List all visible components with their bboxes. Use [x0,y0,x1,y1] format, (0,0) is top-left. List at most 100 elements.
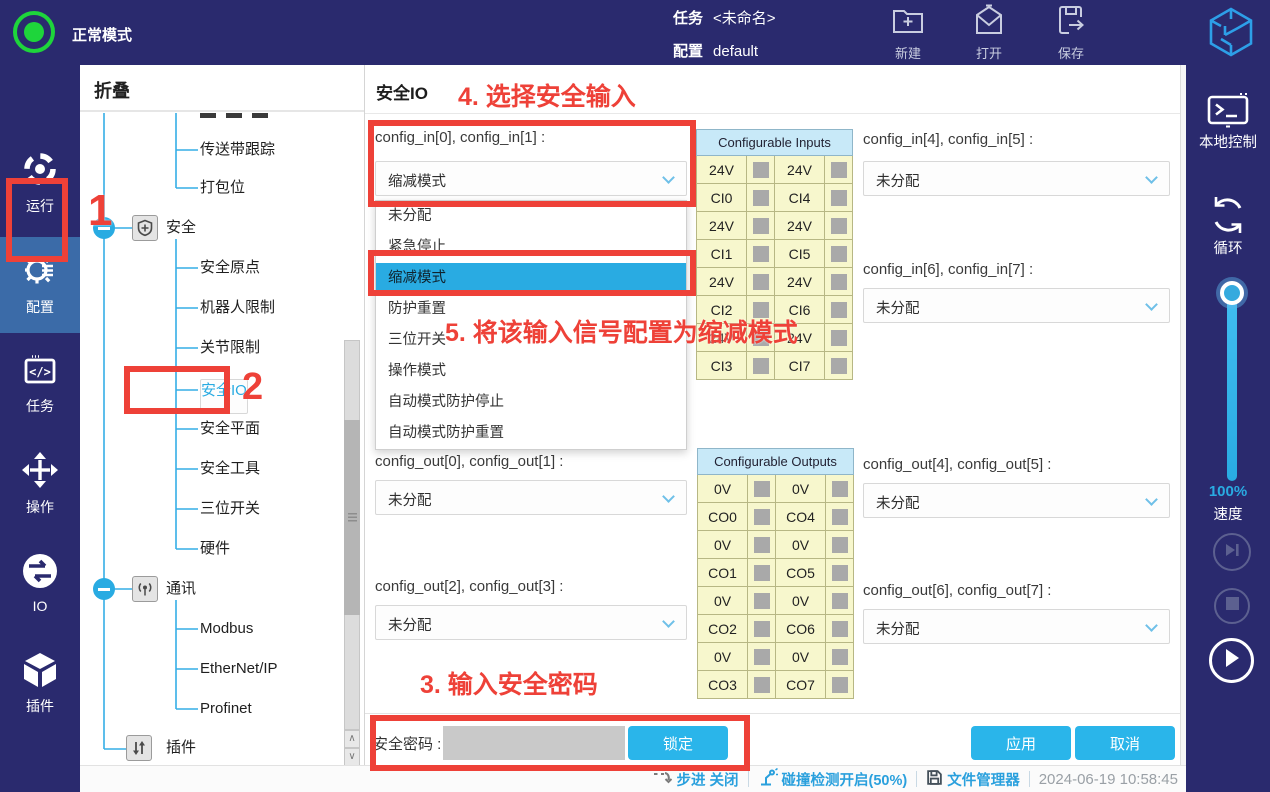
dropdown-option-safeguard-reset[interactable]: 防护重置 [376,294,686,325]
apply-button[interactable]: 应用 [971,726,1071,760]
file-manager-status[interactable]: 文件管理器 [926,769,1020,790]
terminal-square [753,620,770,637]
io-arrows-icon [21,554,59,594]
mode-label: 正常模式 [72,27,133,44]
open-envelope-icon [972,4,1006,40]
tree-item-three-position-switch[interactable]: 三位开关 [200,498,260,520]
config-in-0-1-select[interactable]: 缩减模式 [375,161,687,196]
sidebar-item-io[interactable]: IO [0,552,80,614]
tree-item-profinet[interactable]: Profinet [200,698,252,720]
dropdown-option-emergency-stop[interactable]: 紧急停止 [376,232,686,263]
outputs-table-header: Configurable Outputs [697,448,854,475]
safety-io-panel: 安全IO config_in[0], config_in[1] : 缩减模式 未… [365,65,1180,765]
cycle-label: 循环 [1213,241,1243,257]
play-button[interactable] [1209,638,1254,683]
tree-item-conveyor-tracking[interactable]: 传送带跟踪 [200,139,275,161]
cycle-button[interactable] [1186,193,1270,242]
sidebar-item-config[interactable]: 配置 [0,251,80,317]
skip-next-icon [1223,541,1241,564]
tree-scroll-up-button[interactable]: ∧ [344,730,360,748]
collision-detect-status[interactable]: 碰撞检测开启(50%) [758,767,907,790]
config-in-4-5-select[interactable]: 未分配 [863,161,1170,196]
terminal-square [753,592,770,609]
dropdown-option-unassigned[interactable]: 未分配 [376,201,686,232]
terminal-square [753,480,770,497]
cancel-button[interactable]: 取消 [1075,726,1175,760]
tree-scroll-down-button[interactable]: ∨ [344,748,360,765]
dropdown-option-three-position-switch[interactable]: 三位开关 [376,325,686,356]
terminal-square [830,161,847,178]
tree-item-plugins[interactable]: 插件 [166,737,196,759]
chevron-down-icon [662,615,675,628]
config-in-6-7-select[interactable]: 未分配 [863,288,1170,323]
tree-item-safety-planes[interactable]: 安全平面 [200,418,260,440]
tree-item-ethernet-ip[interactable]: EtherNet/IP [200,658,278,680]
tree-item-safety[interactable]: 安全 [166,217,196,239]
new-folder-icon [891,10,925,40]
tree-item-packing-position[interactable]: 打包位 [200,177,245,199]
sidebar-item-plugin[interactable]: 插件 [0,652,80,716]
terminal-square [752,329,769,346]
config-tree: 传送带跟踪 打包位 安全 安全原点 机器人限制 关节限制 安全IO 安全平面 安… [80,113,364,765]
terminal-square [753,648,770,665]
dropdown-option-auto-mode-safeguard-reset[interactable]: 自动模式防护重置 [376,418,686,449]
config-in-dropdown-list: 未分配 紧急停止 缩减模式 防护重置 三位开关 操作模式 自动模式防护停止 自动… [375,200,687,450]
tree-item-robot-limits[interactable]: 机器人限制 [200,297,275,319]
open-button[interactable]: 打开 [957,4,1021,62]
tree-item-safety-home[interactable]: 安全原点 [200,257,260,279]
step-mode-status[interactable]: 步进 关闭 [652,769,739,790]
config-out-0-1-select[interactable]: 未分配 [375,480,687,515]
config-out-2-3-select[interactable]: 未分配 [375,605,687,640]
collapse-header[interactable]: 折叠 [80,65,364,112]
tree-scrollbar-thumb[interactable] [344,420,360,615]
terminal-square [752,273,769,290]
local-control-button[interactable] [1186,90,1270,135]
chevron-down-icon [662,490,675,503]
terminal-square [831,508,848,525]
inputs-table-header: Configurable Inputs [696,129,853,156]
config-out-4-5-select[interactable]: 未分配 [863,483,1170,518]
tree-item-safety-tool[interactable]: 安全工具 [200,458,260,480]
tree-item-communication[interactable]: 通讯 [166,578,196,600]
speed-slider-handle[interactable] [1220,281,1244,305]
terminal-square [753,676,770,693]
terminal-square [752,217,769,234]
sidebar-item-run[interactable]: 运行 [0,150,80,216]
sidebar-item-task[interactable]: </> 任务 [0,352,80,416]
shield-icon [132,215,158,241]
svg-text:</>: </> [29,365,51,379]
terminal-square [830,245,847,262]
config-in-6-7-label: config_in[6], config_in[7] : [863,261,1034,278]
terminal-square [753,564,770,581]
terminal-square [831,564,848,581]
antenna-icon [132,576,158,602]
tree-collapse-node-communication[interactable] [93,578,115,600]
dropdown-option-reduced-mode[interactable]: 缩减模式 [376,263,686,294]
save-button[interactable]: 保存 [1039,4,1103,62]
stop-button[interactable] [1214,588,1250,624]
speed-slider-track[interactable] [1227,293,1237,481]
terminal-square [831,592,848,609]
new-button[interactable]: 新建 [876,4,940,62]
plugin-sliders-icon [126,735,152,761]
status-bar: 步进 关闭 碰撞检测开启(50%) 文件管理器 2024-06-19 10:58… [80,765,1186,792]
safety-password-input[interactable] [443,726,625,760]
tree-item-hardware[interactable]: 硬件 [200,538,230,560]
terminal-square [830,357,847,374]
tree-item-safety-io[interactable]: 安全IO [200,379,248,414]
brand-logo-icon [1205,6,1257,63]
tree-item-modbus[interactable]: Modbus [200,618,253,640]
code-window-icon: </> [21,355,59,392]
config-out-6-7-label: config_out[6], config_out[7] : [863,582,1052,599]
dropdown-option-auto-mode-safeguard-stop[interactable]: 自动模式防护停止 [376,387,686,418]
tree-item-joint-limits[interactable]: 关节限制 [200,337,260,359]
speed-value: 100% [1208,483,1248,500]
sidebar-item-jog[interactable]: 操作 [0,451,80,517]
step-forward-button[interactable] [1213,533,1251,571]
terminal-square [752,189,769,206]
lock-button[interactable]: 锁定 [628,726,728,760]
tree-collapse-node-safety[interactable] [93,217,115,239]
dropdown-option-operating-mode[interactable]: 操作模式 [376,356,686,387]
config-out-4-5-label: config_out[4], config_out[5] : [863,456,1052,473]
config-out-6-7-select[interactable]: 未分配 [863,609,1170,644]
